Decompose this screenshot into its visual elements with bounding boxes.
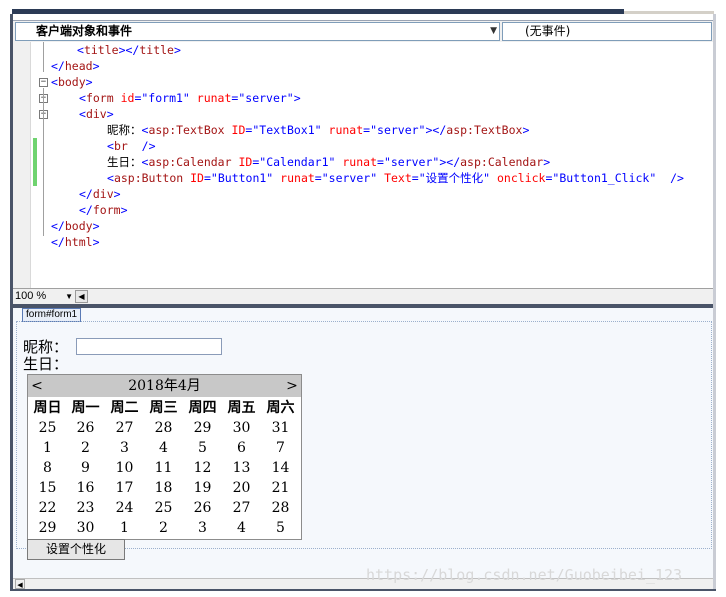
code-line: </div> [79,187,121,201]
calendar-day[interactable]: 8 [28,458,67,478]
navigation-bar: 客户端对象和事件 ▼ (无事件) [13,20,713,43]
calendar-next-month[interactable]: > [283,375,301,397]
nickname-textbox[interactable] [76,338,222,355]
calendar-weekday-header: 周二 [110,400,139,416]
design-view[interactable]: form#form1 昵称： 生日： < 2018年4月 > 周日 周一 周二 周三周… [13,308,713,578]
calendar-day[interactable]: 15 [28,478,67,498]
zoom-level: 100 % [15,290,47,302]
outline-guide [43,88,44,236]
calendar-month-title: 2018年4月 [128,378,201,394]
calendar-day[interactable]: 25 [28,418,67,438]
window-bottom-border [10,589,716,591]
window-right-border [713,14,716,589]
calendar-weekday-header: 周五 [227,400,256,416]
calendar-day[interactable]: 4 [144,438,183,458]
calendar-day[interactable]: 29 [28,518,67,538]
editor-status-bar: 100 % ▼ ◀ [13,288,713,305]
code-line: <asp:Button ID="Button1" runat="server" … [107,171,684,185]
calendar-day[interactable]: 13 [222,458,261,478]
calendar-day[interactable]: 2 [66,438,105,458]
calendar-day[interactable]: 17 [105,478,144,498]
calendar-day[interactable]: 3 [183,518,222,538]
outline-guide [43,42,44,72]
calendar-header: < 2018年4月 > [28,375,301,397]
calendar-day[interactable]: 18 [144,478,183,498]
calendar-day[interactable]: 5 [183,438,222,458]
calendar-day[interactable]: 3 [105,438,144,458]
watermark: https://blog.csdn.net/Guobeibei_123 [366,566,683,584]
calendar-day[interactable]: 7 [261,438,300,458]
calendar-day[interactable]: 1 [105,518,144,538]
calendar-day[interactable]: 30 [66,518,105,538]
chevron-down-icon[interactable]: ▼ [65,290,73,303]
form-container[interactable]: 昵称： 生日： < 2018年4月 > 周日 周一 周二 周三 周四 周五 周六 25 26 27… [16,321,712,560]
chevron-down-icon[interactable]: ▼ [490,23,497,40]
client-object-dropdown[interactable]: 客户端对象和事件 ▼ [15,22,500,41]
calendar-day[interactable]: 6 [222,438,261,458]
calendar-weekday-header: 周四 [188,400,217,416]
calendar-day[interactable]: 16 [66,478,105,498]
code-line: </html> [51,235,100,249]
calendar-day[interactable]: 28 [261,498,300,518]
calendar-day[interactable]: 14 [261,458,300,478]
calendar-day[interactable]: 24 [105,498,144,518]
scroll-left-icon[interactable]: ◀ [75,290,88,303]
calendar-day[interactable]: 26 [66,418,105,438]
calendar-day[interactable]: 30 [222,418,261,438]
calendar-day[interactable]: 11 [144,458,183,478]
calendar-day[interactable]: 1 [28,438,67,458]
calendar-day[interactable]: 9 [66,458,105,478]
birthday-calendar[interactable]: < 2018年4月 > 周日 周一 周二 周三 周四 周五 周六 25 26 27 28 29 30 31… [27,374,302,540]
code-editor[interactable]: − − − <title></title> </head> <body> <fo… [13,42,713,288]
calendar-weekday-header: 周日 [33,400,62,416]
calendar-day[interactable]: 2 [144,518,183,538]
calendar-prev-month[interactable]: < [28,375,46,397]
calendar-day[interactable]: 20 [222,478,261,498]
event-dropdown[interactable]: (无事件) [502,22,712,41]
calendar-weekday-header: 周一 [71,400,100,416]
code-line: <br /> [107,139,156,153]
code-line: 生日：<asp:Calendar ID="Calendar1" runat="s… [107,155,551,169]
code-line: </form> [79,203,128,217]
code-line: <body> [51,75,93,89]
calendar-day[interactable]: 26 [183,498,222,518]
title-strip [0,0,726,14]
code-line: 昵称：<asp:TextBox ID="TextBox1" runat="ser… [107,123,530,137]
code-line: </body> [51,219,100,233]
calendar-day[interactable]: 4 [222,518,261,538]
editor-gutter [13,42,31,288]
code-line: <div> [79,107,114,121]
form-tag-label[interactable]: form#form1 [22,308,82,322]
calendar-day[interactable]: 12 [183,458,222,478]
calendar-day[interactable]: 27 [105,418,144,438]
calendar-day[interactable]: 25 [144,498,183,518]
calendar-day[interactable]: 19 [183,478,222,498]
scroll-left-icon[interactable]: ◀ [15,579,25,589]
changed-lines-marker [33,138,37,186]
calendar-day[interactable]: 23 [66,498,105,518]
calendar-day[interactable]: 28 [144,418,183,438]
calendar-weekday-header: 周六 [266,400,295,416]
client-object-dropdown-label: 客户端对象和事件 [36,24,133,38]
personalize-button[interactable]: 设置个性化 [27,539,125,560]
calendar-day[interactable]: 21 [261,478,300,498]
calendar-day[interactable]: 22 [28,498,67,518]
birthday-label: 生日： [23,355,69,373]
calendar-day[interactable]: 27 [222,498,261,518]
code-line: <title></title> [77,43,181,57]
code-line: <form id="form1" runat="server"> [79,91,301,105]
event-dropdown-label: (无事件) [525,24,571,38]
calendar-day[interactable]: 10 [105,458,144,478]
calendar-day[interactable]: 31 [261,418,300,438]
zoom-dropdown[interactable]: 100 % ▼ [15,290,73,303]
calendar-day[interactable]: 29 [183,418,222,438]
calendar-day[interactable]: 5 [261,518,300,538]
collapse-body-icon[interactable]: − [39,78,48,87]
calendar-weekday-header: 周三 [149,400,178,416]
code-line: </head> [51,59,100,73]
